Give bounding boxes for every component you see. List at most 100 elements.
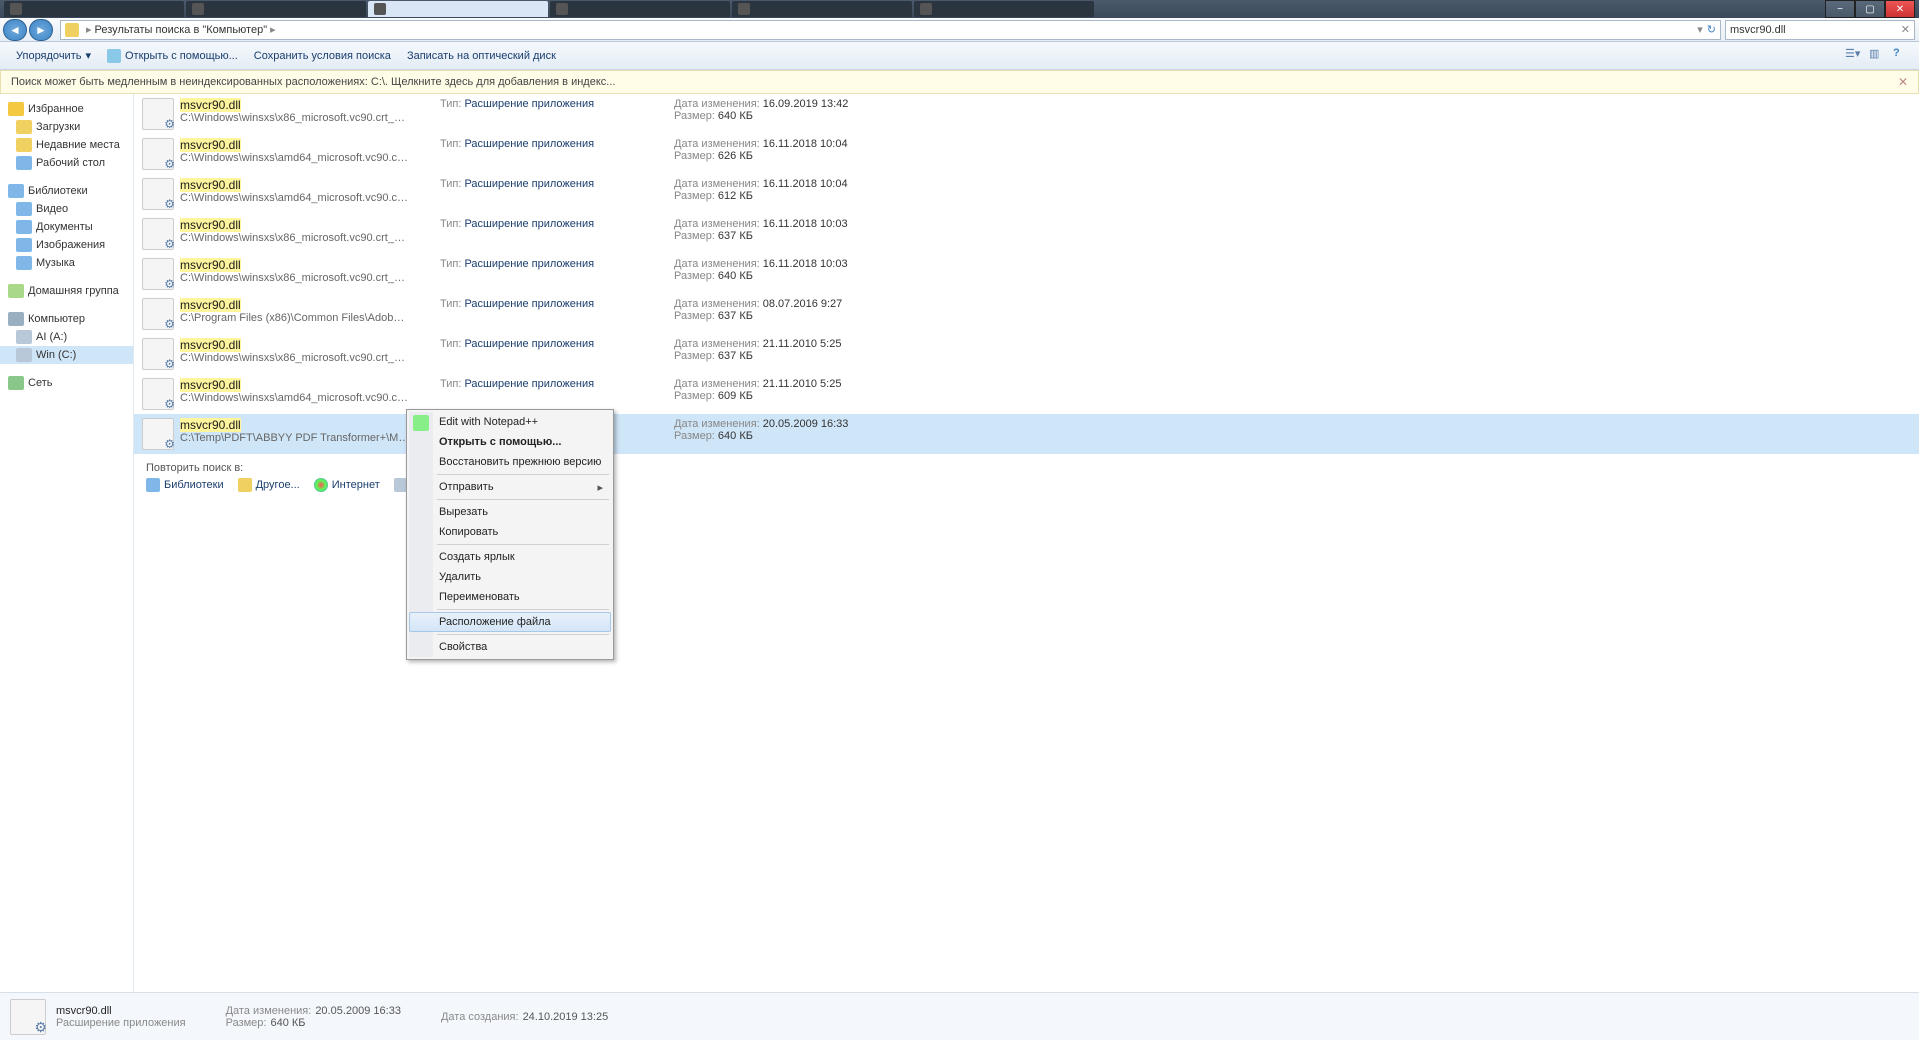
sidebar-drive-a[interactable]: AI (A:) (0, 328, 133, 346)
desktop-icon (16, 156, 32, 170)
preview-pane-icon[interactable]: ▥ (1869, 47, 1887, 65)
breadcrumb[interactable]: ▸ Результаты поиска в "Компьютер" ▸ ▾ ↻ (60, 20, 1721, 40)
favicon-icon (738, 3, 750, 15)
sidebar-documents[interactable]: Документы (0, 218, 133, 236)
close-warning-icon[interactable]: ✕ (1898, 75, 1908, 89)
sidebar-network[interactable]: Сеть (0, 374, 133, 392)
result-filename: msvcr90.dll (180, 218, 440, 232)
search-result-row[interactable]: msvcr90.dllC:\Windows\winsxs\amd64_micro… (134, 134, 1919, 174)
result-filename: msvcr90.dll (180, 98, 440, 112)
sidebar-recent[interactable]: Недавние места (0, 136, 133, 154)
close-button[interactable]: ✕ (1885, 0, 1915, 18)
result-date: Дата изменения: 16.11.2018 10:04 (674, 138, 848, 150)
browser-tab[interactable] (368, 1, 548, 17)
result-path: C:\Windows\winsxs\x86_microsoft.vc90.crt… (180, 112, 410, 124)
ctx-shortcut[interactable]: Создать ярлык (409, 547, 611, 567)
ctx-properties[interactable]: Свойства (409, 637, 611, 657)
browser-tab[interactable] (4, 1, 184, 17)
result-filename: msvcr90.dll (180, 138, 440, 152)
open-with-button[interactable]: Открыть с помощью... (99, 46, 246, 66)
ctx-rename[interactable]: Переименовать (409, 587, 611, 607)
sidebar-music[interactable]: Музыка (0, 254, 133, 272)
folder-icon (16, 138, 32, 152)
refresh-icon[interactable]: ↻ (1707, 23, 1716, 36)
result-size: Размер: 637 КБ (674, 350, 841, 362)
search-result-row[interactable]: msvcr90.dllC:\Windows\winsxs\x86_microso… (134, 94, 1919, 134)
sidebar-downloads[interactable]: Загрузки (0, 118, 133, 136)
sidebar-desktop[interactable]: Рабочий стол (0, 154, 133, 172)
favicon-icon (374, 3, 386, 15)
minimize-button[interactable]: − (1825, 0, 1855, 18)
organize-button[interactable]: Упорядочить ▾ (8, 46, 99, 65)
sidebar-pictures[interactable]: Изображения (0, 236, 133, 254)
ctx-label: Удалить (439, 571, 481, 583)
ctx-edit-notepad[interactable]: Edit with Notepad++ (409, 412, 611, 432)
ctx-send-to[interactable]: Отправить▸ (409, 477, 611, 497)
result-size: Размер: 640 КБ (674, 110, 848, 122)
pictures-icon (16, 238, 32, 252)
search-result-row[interactable]: msvcr90.dllC:\Windows\winsxs\x86_microso… (134, 214, 1919, 254)
view-options-icon[interactable]: ☰▾ (1845, 47, 1863, 65)
maximize-button[interactable]: ▢ (1855, 0, 1885, 18)
dropdown-icon[interactable]: ▾ (1697, 23, 1703, 36)
sidebar-computer[interactable]: Компьютер (0, 310, 133, 328)
search-result-row[interactable]: msvcr90.dllC:\Program Files (x86)\Common… (134, 294, 1919, 334)
indexing-warning[interactable]: Поиск может быть медленным в неиндексиро… (0, 70, 1919, 94)
ctx-file-location[interactable]: Расположение файла (409, 612, 611, 632)
search-result-row[interactable]: msvcr90.dllC:\Windows\winsxs\x86_microso… (134, 334, 1919, 374)
ctx-cut[interactable]: Вырезать (409, 502, 611, 522)
search-result-row[interactable]: msvcr90.dllC:\Windows\winsxs\amd64_micro… (134, 174, 1919, 214)
forward-button[interactable]: ► (29, 19, 53, 41)
ctx-label: Копировать (439, 526, 498, 538)
sidebar-video[interactable]: Видео (0, 200, 133, 218)
ctx-open-with[interactable]: Открыть с помощью... (409, 432, 611, 452)
result-size: Размер: 609 КБ (674, 390, 841, 402)
documents-icon (16, 220, 32, 234)
back-button[interactable]: ◄ (3, 19, 27, 41)
ctx-copy[interactable]: Копировать (409, 522, 611, 542)
details-created-value: 24.10.2019 13:25 (523, 1011, 609, 1023)
sidebar-label: Загрузки (36, 121, 80, 133)
clear-search-icon[interactable]: ✕ (1901, 23, 1910, 36)
favicon-icon (192, 3, 204, 15)
open-with-label: Открыть с помощью... (125, 50, 238, 62)
folder-icon (238, 478, 252, 492)
help-icon[interactable]: ? (1893, 47, 1911, 65)
ctx-delete[interactable]: Удалить (409, 567, 611, 587)
browser-tab[interactable] (732, 1, 912, 17)
result-path: C:\Windows\winsxs\amd64_microsoft.vc90.c… (180, 152, 410, 164)
sidebar-label: Недавние места (36, 139, 120, 151)
sidebar-libraries[interactable]: Библиотеки (0, 182, 133, 200)
result-date: Дата изменения: 20.05.2009 16:33 (674, 418, 848, 430)
result-size: Размер: 640 КБ (674, 430, 848, 442)
search-result-row[interactable]: msvcr90.dllC:\Windows\winsxs\amd64_micro… (134, 374, 1919, 414)
browser-tab[interactable] (550, 1, 730, 17)
sidebar-label: Домашняя группа (28, 285, 119, 297)
sidebar-drive-c[interactable]: Win (C:) (0, 346, 133, 364)
browser-tab[interactable] (914, 1, 1094, 17)
search-value: msvcr90.dll (1730, 24, 1786, 36)
details-size-value: 640 КБ (270, 1017, 305, 1029)
search-result-row[interactable]: msvcr90.dllC:\Windows\winsxs\x86_microso… (134, 254, 1919, 294)
library-icon (8, 184, 24, 198)
search-result-row[interactable]: msvcr90.dllC:\Temp\PDFT\ABBYY PDF Transf… (134, 414, 1919, 454)
ctx-restore-version[interactable]: Восстановить прежнюю версию (409, 452, 611, 472)
browser-tab[interactable] (186, 1, 366, 17)
sidebar-label: Избранное (28, 103, 84, 115)
ctx-separator (437, 544, 609, 545)
sidebar-favorites[interactable]: Избранное (0, 100, 133, 118)
sidebar-label: Win (C:) (36, 349, 76, 361)
ctx-separator (437, 609, 609, 610)
result-type: Тип: Расширение приложения (440, 298, 674, 310)
sidebar-homegroup[interactable]: Домашняя группа (0, 282, 133, 300)
search-folder-icon (65, 23, 79, 37)
save-search-button[interactable]: Сохранить условия поиска (246, 47, 399, 65)
search-input[interactable]: msvcr90.dll ✕ (1725, 20, 1915, 40)
result-path: C:\Windows\winsxs\x86_microsoft.vc90.crt… (180, 232, 410, 244)
sidebar-label: Изображения (36, 239, 105, 251)
burn-button[interactable]: Записать на оптический диск (399, 47, 564, 65)
repeat-libraries[interactable]: Библиотеки (146, 478, 224, 492)
result-date: Дата изменения: 16.11.2018 10:04 (674, 178, 848, 190)
repeat-internet[interactable]: Интернет (314, 478, 380, 492)
repeat-other[interactable]: Другое... (238, 478, 300, 492)
